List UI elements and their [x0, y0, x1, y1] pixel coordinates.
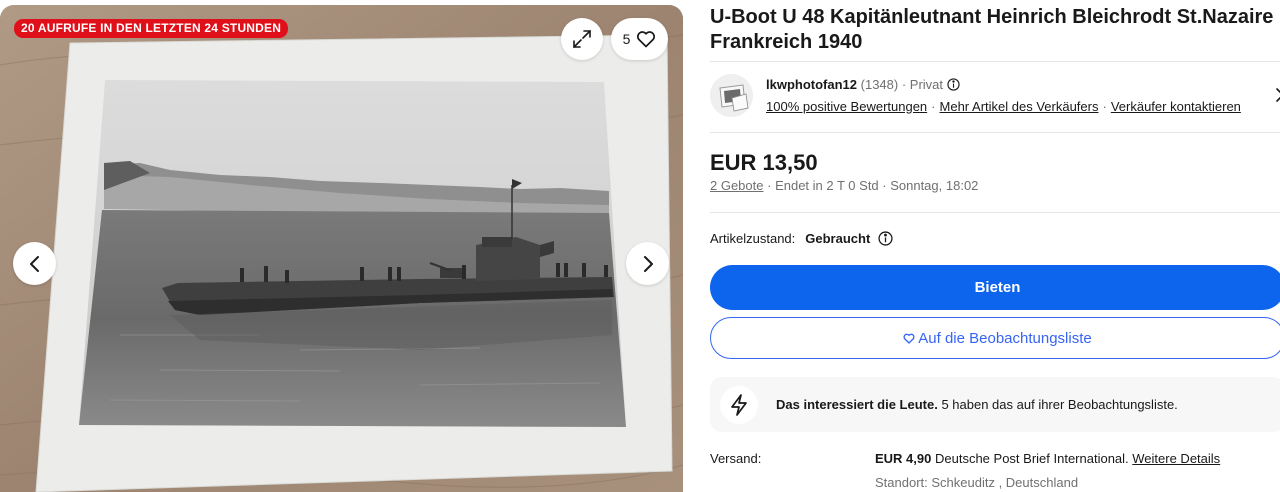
separator: ·: [1102, 99, 1107, 114]
interest-headline: Das interessiert die Leute.: [776, 397, 938, 412]
seller-name[interactable]: lkwphotofan12: [766, 77, 857, 92]
bids-link[interactable]: 2 Gebote: [710, 178, 764, 193]
listing-title: U-Boot U 48 Kapitänleutnant Heinrich Ble…: [710, 6, 1274, 53]
ends-info: · Endet in 2 T 0 Std · Sonntag, 18:02: [767, 178, 979, 193]
condition-value: Gebraucht: [805, 231, 871, 246]
previous-image-button[interactable]: [13, 242, 56, 285]
seller-positive-link[interactable]: 100% positive Bewertungen: [766, 99, 927, 114]
info-icon[interactable]: [878, 231, 893, 246]
seller-more-items-link[interactable]: Mehr Artikel des Verkäufers: [940, 99, 1099, 114]
shipping-info: EUR 4,90 Deutsche Post Brief Internation…: [875, 451, 1220, 466]
condition-row: Artikelzustand: Gebraucht: [710, 231, 893, 246]
watchlist-button[interactable]: Auf die Beobachtungsliste: [710, 317, 1280, 359]
expand-button[interactable]: [561, 18, 603, 60]
seller-feedback-count: (1348): [860, 77, 899, 92]
listing-photo[interactable]: [0, 5, 683, 492]
seller-private-label: · Privat: [901, 77, 944, 92]
divider: [710, 61, 1280, 62]
watchlist-label: Auf die Beobachtungsliste: [918, 329, 1092, 347]
chevron-left-icon: [29, 255, 39, 272]
bid-button[interactable]: Bieten: [710, 265, 1280, 310]
condition-label: Artikelzustand:: [710, 231, 796, 246]
item-details: U-Boot U 48 Kapitänleutnant Heinrich Ble…: [710, 0, 1280, 492]
bid-info: 2 Gebote · Endet in 2 T 0 Std · Sonntag,…: [710, 178, 978, 193]
views-badge: 20 AUFRUFE IN DEN LETZTEN 24 STUNDEN: [14, 19, 289, 38]
interest-banner: Das interessiert die Leute. 5 haben das …: [710, 377, 1280, 432]
price: EUR 13,50: [710, 150, 818, 175]
shipping-method: Deutsche Post Brief International.: [931, 451, 1133, 466]
seller-info: lkwphotofan12 (1348) · Privat: [766, 77, 960, 92]
interest-text: Das interessiert die Leute. 5 haben das …: [776, 397, 1178, 412]
heart-icon: [903, 333, 915, 344]
shipping-label: Versand:: [710, 451, 762, 466]
chevron-right-icon: [643, 255, 653, 272]
separator: ·: [931, 99, 936, 114]
seller-avatar-image: [710, 74, 753, 117]
lightning-icon: [731, 393, 747, 416]
divider: [710, 132, 1280, 133]
image-gallery[interactable]: 20 AUFRUFE IN DEN LETZTEN 24 STUNDEN 5: [0, 5, 683, 492]
item-location: Standort: Schkeuditz , Deutschland: [875, 475, 1079, 490]
divider: [710, 212, 1280, 213]
info-icon[interactable]: [947, 78, 960, 91]
interest-detail: 5 haben das auf ihrer Beobachtungsliste.: [937, 397, 1178, 412]
heart-icon: [637, 31, 656, 48]
seller-contact-link[interactable]: Verkäufer kontaktieren: [1111, 99, 1241, 114]
next-image-button[interactable]: [626, 242, 669, 285]
bolt-badge: [720, 385, 758, 424]
watch-button[interactable]: 5: [611, 18, 668, 60]
chevron-right-icon[interactable]: [1276, 88, 1280, 102]
shipping-cost: EUR 4,90: [875, 451, 932, 466]
seller-links: 100% positive Bewertungen · Mehr Artikel d…: [766, 99, 1241, 114]
shipping-details-link[interactable]: Weitere Details: [1132, 451, 1220, 466]
watch-count: 5: [622, 31, 631, 47]
seller-avatar[interactable]: [710, 74, 753, 117]
expand-icon: [573, 30, 591, 48]
